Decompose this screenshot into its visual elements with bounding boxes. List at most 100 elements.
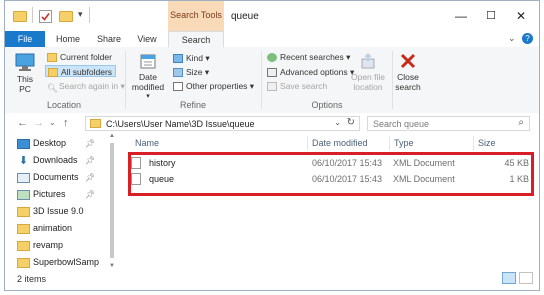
nav-item-desktop[interactable]: Desktop bbox=[17, 135, 66, 151]
recent-searches-label: Recent searches bbox=[280, 52, 344, 62]
nav-item-downloads[interactable]: ⬇︎ Downloads bbox=[17, 152, 78, 168]
folder-icon bbox=[17, 240, 30, 251]
explorer-window: ▾ Search Tools queue — ☐ ✕ File Home Sha… bbox=[4, 0, 540, 291]
nav-item-label: Documents bbox=[33, 172, 79, 182]
nav-scrollbar[interactable]: ▲ ▼ bbox=[108, 133, 116, 269]
close-button[interactable]: ✕ bbox=[509, 7, 533, 25]
help-icon[interactable]: ? bbox=[522, 33, 533, 44]
nav-item-pictures[interactable]: Pictures bbox=[17, 186, 66, 202]
back-button[interactable]: ← bbox=[17, 117, 28, 129]
file-list: Name Date modified Type Size history 06/… bbox=[119, 133, 539, 269]
minimize-button[interactable]: — bbox=[449, 7, 473, 25]
recent-locations-icon[interactable]: ⌄ bbox=[49, 118, 56, 127]
quick-access-dropdown-icon[interactable]: ▾ bbox=[78, 9, 83, 23]
tab-share[interactable]: Share bbox=[91, 31, 127, 47]
tab-home[interactable]: Home bbox=[49, 31, 87, 47]
ribbon-tabs: File Home Share View Search ⌄ ? bbox=[5, 31, 539, 48]
pictures-icon bbox=[17, 189, 30, 200]
address-bar[interactable]: C:\Users\User Name\3D Issue\queue ⌄ ↻ bbox=[85, 116, 360, 131]
tab-search[interactable]: Search bbox=[168, 31, 224, 48]
column-divider[interactable] bbox=[473, 136, 474, 150]
kind-button[interactable]: Kind ▾ bbox=[173, 52, 210, 64]
other-properties-label: Other properties bbox=[186, 81, 248, 91]
date-modified-button[interactable]: Date modified ▾ bbox=[130, 52, 166, 102]
advanced-options-icon bbox=[267, 68, 277, 78]
open-file-location-button[interactable]: Open file location bbox=[349, 52, 387, 92]
advanced-options-button[interactable]: Advanced options ▾ bbox=[267, 66, 354, 78]
scroll-thumb[interactable] bbox=[110, 143, 114, 258]
context-tab-label: Search Tools bbox=[170, 10, 222, 20]
nav-item-label: SuperbowlSamp bbox=[33, 257, 100, 267]
column-header-date[interactable]: Date modified bbox=[312, 136, 368, 150]
open-location-icon bbox=[361, 53, 375, 69]
nav-item-folder[interactable]: animation bbox=[17, 220, 72, 236]
column-header-size[interactable]: Size bbox=[478, 136, 496, 150]
folder-icon bbox=[17, 257, 30, 268]
other-properties-button[interactable]: Other properties ▾ bbox=[173, 80, 254, 92]
properties-check-icon[interactable] bbox=[39, 10, 52, 23]
location-group-label: Location bbox=[46, 100, 82, 110]
refresh-icon[interactable]: ↻ bbox=[347, 117, 355, 128]
search-box[interactable]: Search queue ⌕ bbox=[367, 116, 530, 131]
details-view-icon[interactable] bbox=[502, 272, 516, 284]
pin-icon[interactable]: 📌︎ bbox=[85, 139, 95, 148]
folder-icon bbox=[13, 11, 27, 22]
scroll-up-icon[interactable]: ▲ bbox=[109, 133, 115, 139]
search-icon: ⌕ bbox=[518, 117, 524, 128]
close-search-label: Close search bbox=[395, 72, 421, 92]
nav-item-documents[interactable]: Documents bbox=[17, 169, 79, 185]
size-icon bbox=[173, 68, 183, 78]
forward-button[interactable]: → bbox=[33, 117, 44, 129]
address-dropdown-icon[interactable]: ⌄ bbox=[334, 118, 341, 127]
this-pc-button[interactable]: This PC bbox=[11, 52, 39, 94]
search-input[interactable]: Search queue bbox=[373, 118, 429, 130]
folder-icon bbox=[90, 119, 101, 128]
address-bar-row: ← → ⌄ ↑ C:\Users\User Name\3D Issue\queu… bbox=[5, 113, 539, 133]
nav-item-folder[interactable]: revamp bbox=[17, 237, 63, 253]
close-search-button[interactable]: Close search bbox=[394, 52, 422, 92]
recent-searches-button[interactable]: Recent searches ▾ bbox=[267, 51, 350, 63]
column-divider[interactable] bbox=[389, 136, 390, 150]
new-folder-icon[interactable] bbox=[59, 11, 73, 22]
folder-icon bbox=[47, 53, 57, 63]
advanced-options-label: Advanced options bbox=[280, 67, 348, 77]
all-subfolders-button[interactable]: All subfolders bbox=[45, 65, 117, 78]
calendar-icon bbox=[140, 54, 156, 69]
large-icons-view-icon[interactable] bbox=[519, 272, 533, 284]
desktop-icon bbox=[17, 138, 30, 149]
pin-icon[interactable]: 📌︎ bbox=[85, 156, 95, 165]
highlight-box bbox=[128, 152, 534, 196]
nav-item-label: animation bbox=[33, 223, 73, 233]
maximize-button[interactable]: ☐ bbox=[479, 7, 503, 25]
nav-item-label: Pictures bbox=[33, 189, 66, 199]
search-again-in-button[interactable]: 🔍︎Search again in ▾ bbox=[47, 80, 125, 93]
close-search-icon bbox=[400, 53, 416, 69]
recent-searches-icon bbox=[267, 53, 277, 63]
tab-view[interactable]: View bbox=[129, 31, 165, 47]
refine-group-label: Refine bbox=[179, 100, 206, 110]
column-header-name[interactable]: Name bbox=[135, 136, 159, 150]
ribbon: This PC Current folder All subfolders 🔍︎… bbox=[5, 47, 539, 114]
save-search-button[interactable]: Save search bbox=[267, 80, 327, 92]
window-title: queue bbox=[231, 11, 259, 22]
nav-item-label: Desktop bbox=[33, 138, 67, 148]
open-file-location-label: Open file location bbox=[350, 72, 386, 92]
nav-item-folder[interactable]: 3D Issue 9.0 bbox=[17, 203, 84, 219]
folder-icon bbox=[17, 223, 30, 234]
current-folder-button[interactable]: Current folder bbox=[47, 51, 112, 63]
size-button[interactable]: Size ▾ bbox=[173, 66, 209, 78]
nav-item-label: revamp bbox=[33, 240, 64, 250]
size-label: Size bbox=[186, 67, 203, 77]
collapse-ribbon-icon[interactable]: ⌄ bbox=[508, 33, 516, 43]
nav-item-folder[interactable]: SuperbowlSamp bbox=[17, 254, 99, 270]
search-again-label: Search again in bbox=[59, 81, 119, 91]
tab-file[interactable]: File bbox=[5, 31, 45, 47]
pin-icon[interactable]: 📌︎ bbox=[85, 173, 95, 182]
column-header-type[interactable]: Type bbox=[394, 136, 414, 150]
item-count: 2 items bbox=[17, 274, 47, 284]
column-divider[interactable] bbox=[307, 136, 308, 150]
up-button[interactable]: ↑ bbox=[63, 117, 69, 129]
kind-label: Kind bbox=[186, 53, 204, 63]
all-subfolders-label: All subfolders bbox=[61, 67, 113, 77]
pin-icon[interactable]: 📌︎ bbox=[85, 190, 95, 199]
